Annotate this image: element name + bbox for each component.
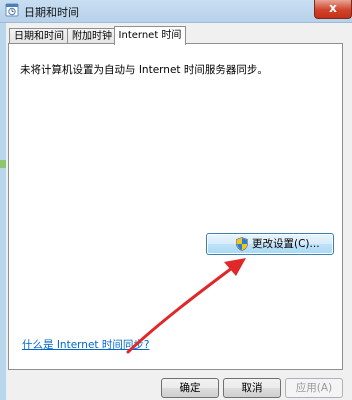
date-time-dialog: 日期和时间 x 日期和时间 附加时钟 Internet 时间 未将计算机设置为自… — [0, 0, 352, 400]
uac-shield-icon — [236, 237, 248, 251]
cancel-button[interactable]: 取消 — [223, 378, 281, 398]
ok-button[interactable]: 确定 — [161, 378, 219, 398]
window-title: 日期和时间 — [24, 6, 79, 19]
background-edge — [0, 0, 6, 400]
tab-additional-clocks[interactable]: 附加时钟 — [67, 28, 117, 44]
tab-panel: 未将计算机设置为自动与 Internet 时间服务器同步。 更改设置(C)...… — [8, 43, 343, 370]
apply-button[interactable]: 应用(A) — [285, 378, 343, 398]
sync-status-text: 未将计算机设置为自动与 Internet 时间服务器同步。 — [20, 64, 268, 76]
internet-time-help-link[interactable]: 什么是 Internet 时间同步? — [22, 337, 149, 352]
tab-internet-time[interactable]: Internet 时间 — [114, 26, 186, 45]
close-button[interactable]: x — [314, 0, 352, 19]
change-settings-button[interactable]: 更改设置(C)... — [206, 233, 334, 255]
title-bar: 日期和时间 x — [0, 0, 352, 23]
tab-date-time[interactable]: 日期和时间 — [9, 28, 69, 44]
clock-calendar-icon — [5, 3, 19, 17]
change-settings-label: 更改设置(C)... — [252, 238, 320, 250]
